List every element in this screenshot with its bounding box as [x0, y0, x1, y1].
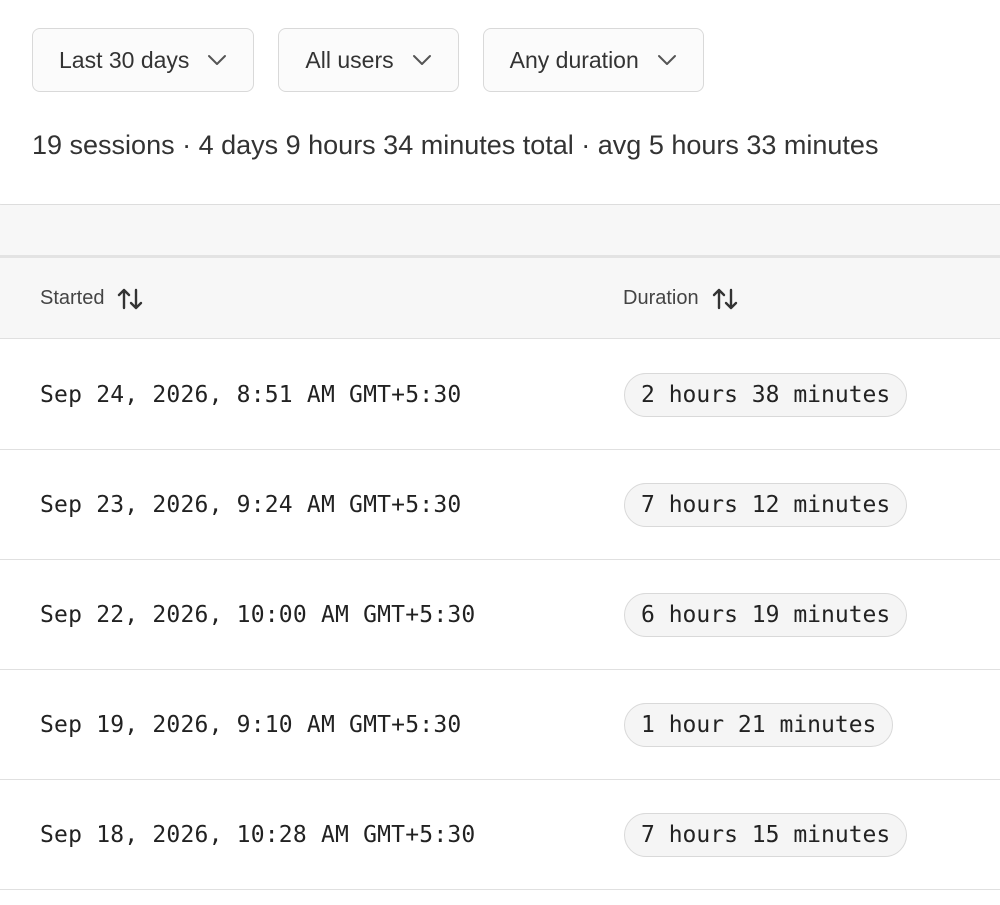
sort-icon	[711, 285, 739, 313]
chevron-down-icon	[412, 54, 432, 66]
duration-cell: 7 hours 12 minutes	[624, 450, 908, 560]
sessions-table: Started Duration Sep 24, 2026, 8:51 AM G…	[0, 255, 1000, 905]
duration-cell: 6 hours 19 minutes	[624, 560, 908, 670]
column-header-started[interactable]: Started	[40, 258, 144, 339]
duration-cell: 7 hours 15 minutes	[624, 780, 908, 890]
table-row[interactable]: Sep 18, 2026, 10:28 AM GMT+5:30 7 hours …	[0, 780, 1000, 890]
users-dropdown[interactable]: All users	[278, 28, 459, 92]
sessions-summary: 19 sessions · 4 days 9 hours 34 minutes …	[32, 130, 879, 160]
duration-cell: 1 hour 21 minutes	[624, 670, 894, 780]
table-row[interactable]: Sep 23, 2026, 9:24 AM GMT+5:30 7 hours 1…	[0, 450, 1000, 560]
started-cell: Sep 22, 2026, 10:00 AM GMT+5:30	[40, 602, 476, 628]
started-cell: Sep 18, 2026, 10:28 AM GMT+5:30	[40, 822, 476, 848]
duration-badge: 7 hours 12 minutes	[624, 483, 908, 527]
users-label: All users	[305, 46, 394, 73]
column-header-label: Duration	[623, 287, 699, 309]
date-range-label: Last 30 days	[59, 46, 190, 73]
started-cell: Sep 19, 2026, 9:10 AM GMT+5:30	[40, 712, 462, 738]
column-header-duration[interactable]: Duration	[623, 258, 739, 339]
duration-badge: 1 hour 21 minutes	[624, 703, 894, 747]
chevron-down-icon	[657, 54, 677, 66]
date-range-dropdown[interactable]: Last 30 days	[32, 28, 255, 92]
started-cell: Sep 23, 2026, 9:24 AM GMT+5:30	[40, 492, 462, 518]
duration-badge: 6 hours 19 minutes	[624, 593, 908, 637]
table-header: Started Duration	[0, 258, 1000, 339]
duration-cell: 2 hours 38 minutes	[624, 340, 908, 450]
started-cell: Sep 24, 2026, 8:51 AM GMT+5:30	[40, 382, 462, 408]
column-header-label: Started	[40, 287, 105, 309]
duration-filter-label: Any duration	[509, 46, 639, 73]
duration-dropdown[interactable]: Any duration	[482, 28, 704, 92]
chevron-down-icon	[207, 54, 227, 66]
table-row[interactable]: Sep 22, 2026, 10:00 AM GMT+5:30 6 hours …	[0, 560, 1000, 670]
duration-badge: 2 hours 38 minutes	[624, 373, 908, 417]
sort-icon	[116, 285, 144, 313]
filter-bar: Last 30 days All users Any duration	[32, 28, 704, 92]
duration-badge: 7 hours 15 minutes	[624, 813, 908, 857]
table-row[interactable]: Sep 19, 2026, 9:10 AM GMT+5:30 1 hour 21…	[0, 670, 1000, 780]
table-row[interactable]: Sep 24, 2026, 8:51 AM GMT+5:30 2 hours 3…	[0, 340, 1000, 450]
